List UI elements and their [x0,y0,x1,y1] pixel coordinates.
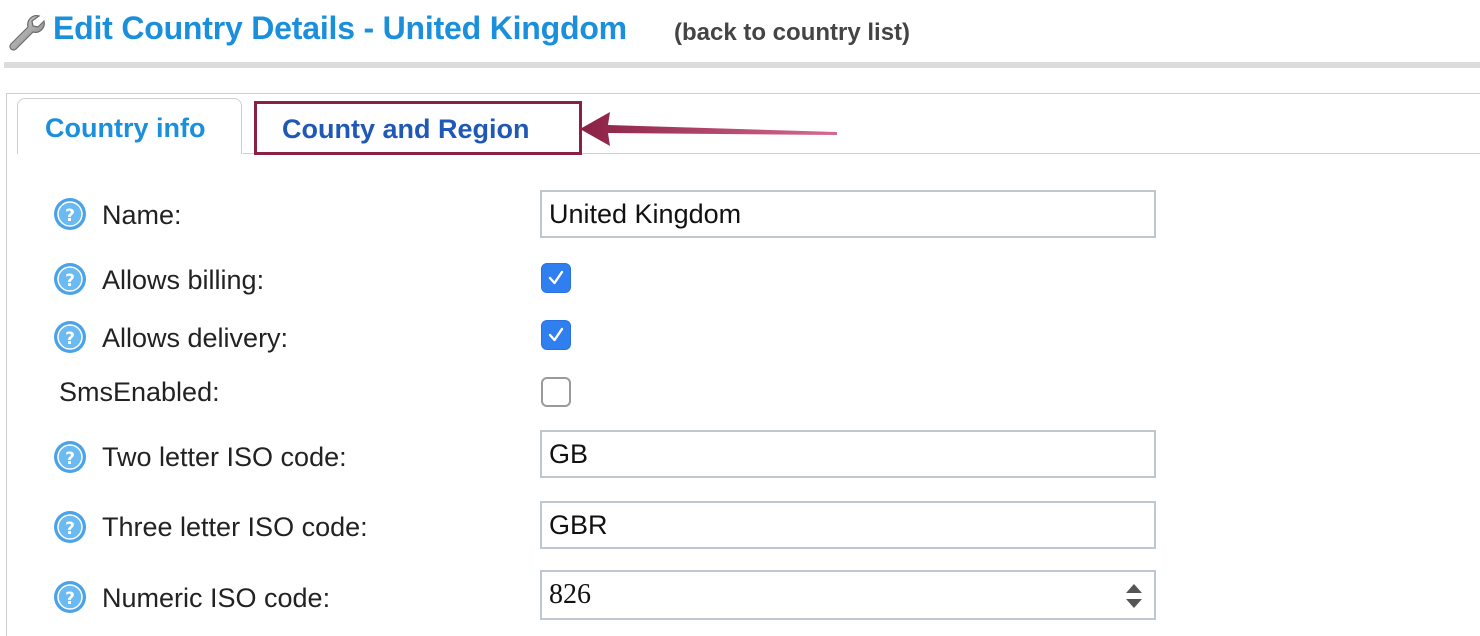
svg-text:?: ? [65,589,75,609]
help-icon[interactable]: ? [53,320,87,354]
numeric-iso-label: Numeric ISO code: [102,583,331,613]
annotation-arrow-icon [580,112,837,146]
tab-country-info[interactable]: Country info [17,98,242,154]
country-details-panel [6,93,1480,636]
sms-enabled-label: SmsEnabled: [59,377,220,407]
help-icon[interactable]: ? [53,510,87,544]
help-icon[interactable]: ? [53,197,87,231]
tab-country-info-label: Country info [45,113,206,143]
svg-text:?: ? [65,206,75,226]
back-to-country-list-link[interactable]: (back to country list) [674,19,910,47]
svg-text:?: ? [65,449,75,469]
tab-county-and-region-label: County and Region [282,114,530,144]
spinner-arrows-icon[interactable] [1124,582,1144,610]
three-letter-iso-input[interactable] [540,501,1156,549]
allows-billing-checkbox[interactable] [541,263,571,293]
wrench-icon [9,15,45,51]
svg-text:?: ? [65,329,75,349]
name-label: Name: [102,200,182,230]
page-title: Edit Country Details - United Kingdom [53,10,627,46]
svg-text:?: ? [65,519,75,539]
help-icon[interactable]: ? [53,262,87,296]
three-letter-iso-label: Three letter ISO code: [102,512,368,542]
header-divider [4,62,1480,68]
allows-delivery-label: Allows delivery: [102,323,289,353]
edit-country-page: Edit Country Details - United Kingdom (b… [0,0,1480,636]
tab-county-and-region[interactable]: County and Region [254,101,582,155]
checkmark-icon [548,327,564,342]
numeric-iso-value: 826 [549,579,591,610]
allows-delivery-checkbox[interactable] [541,320,571,350]
help-icon[interactable]: ? [53,440,87,474]
two-letter-iso-label: Two letter ISO code: [102,442,347,472]
help-icon[interactable]: ? [53,580,87,614]
two-letter-iso-input[interactable] [540,430,1156,478]
svg-text:?: ? [65,271,75,291]
name-input[interactable] [540,190,1156,238]
allows-billing-label: Allows billing: [102,265,265,295]
checkmark-icon [548,270,564,285]
sms-enabled-checkbox[interactable] [541,377,571,407]
numeric-iso-input[interactable]: 826 [540,570,1156,620]
